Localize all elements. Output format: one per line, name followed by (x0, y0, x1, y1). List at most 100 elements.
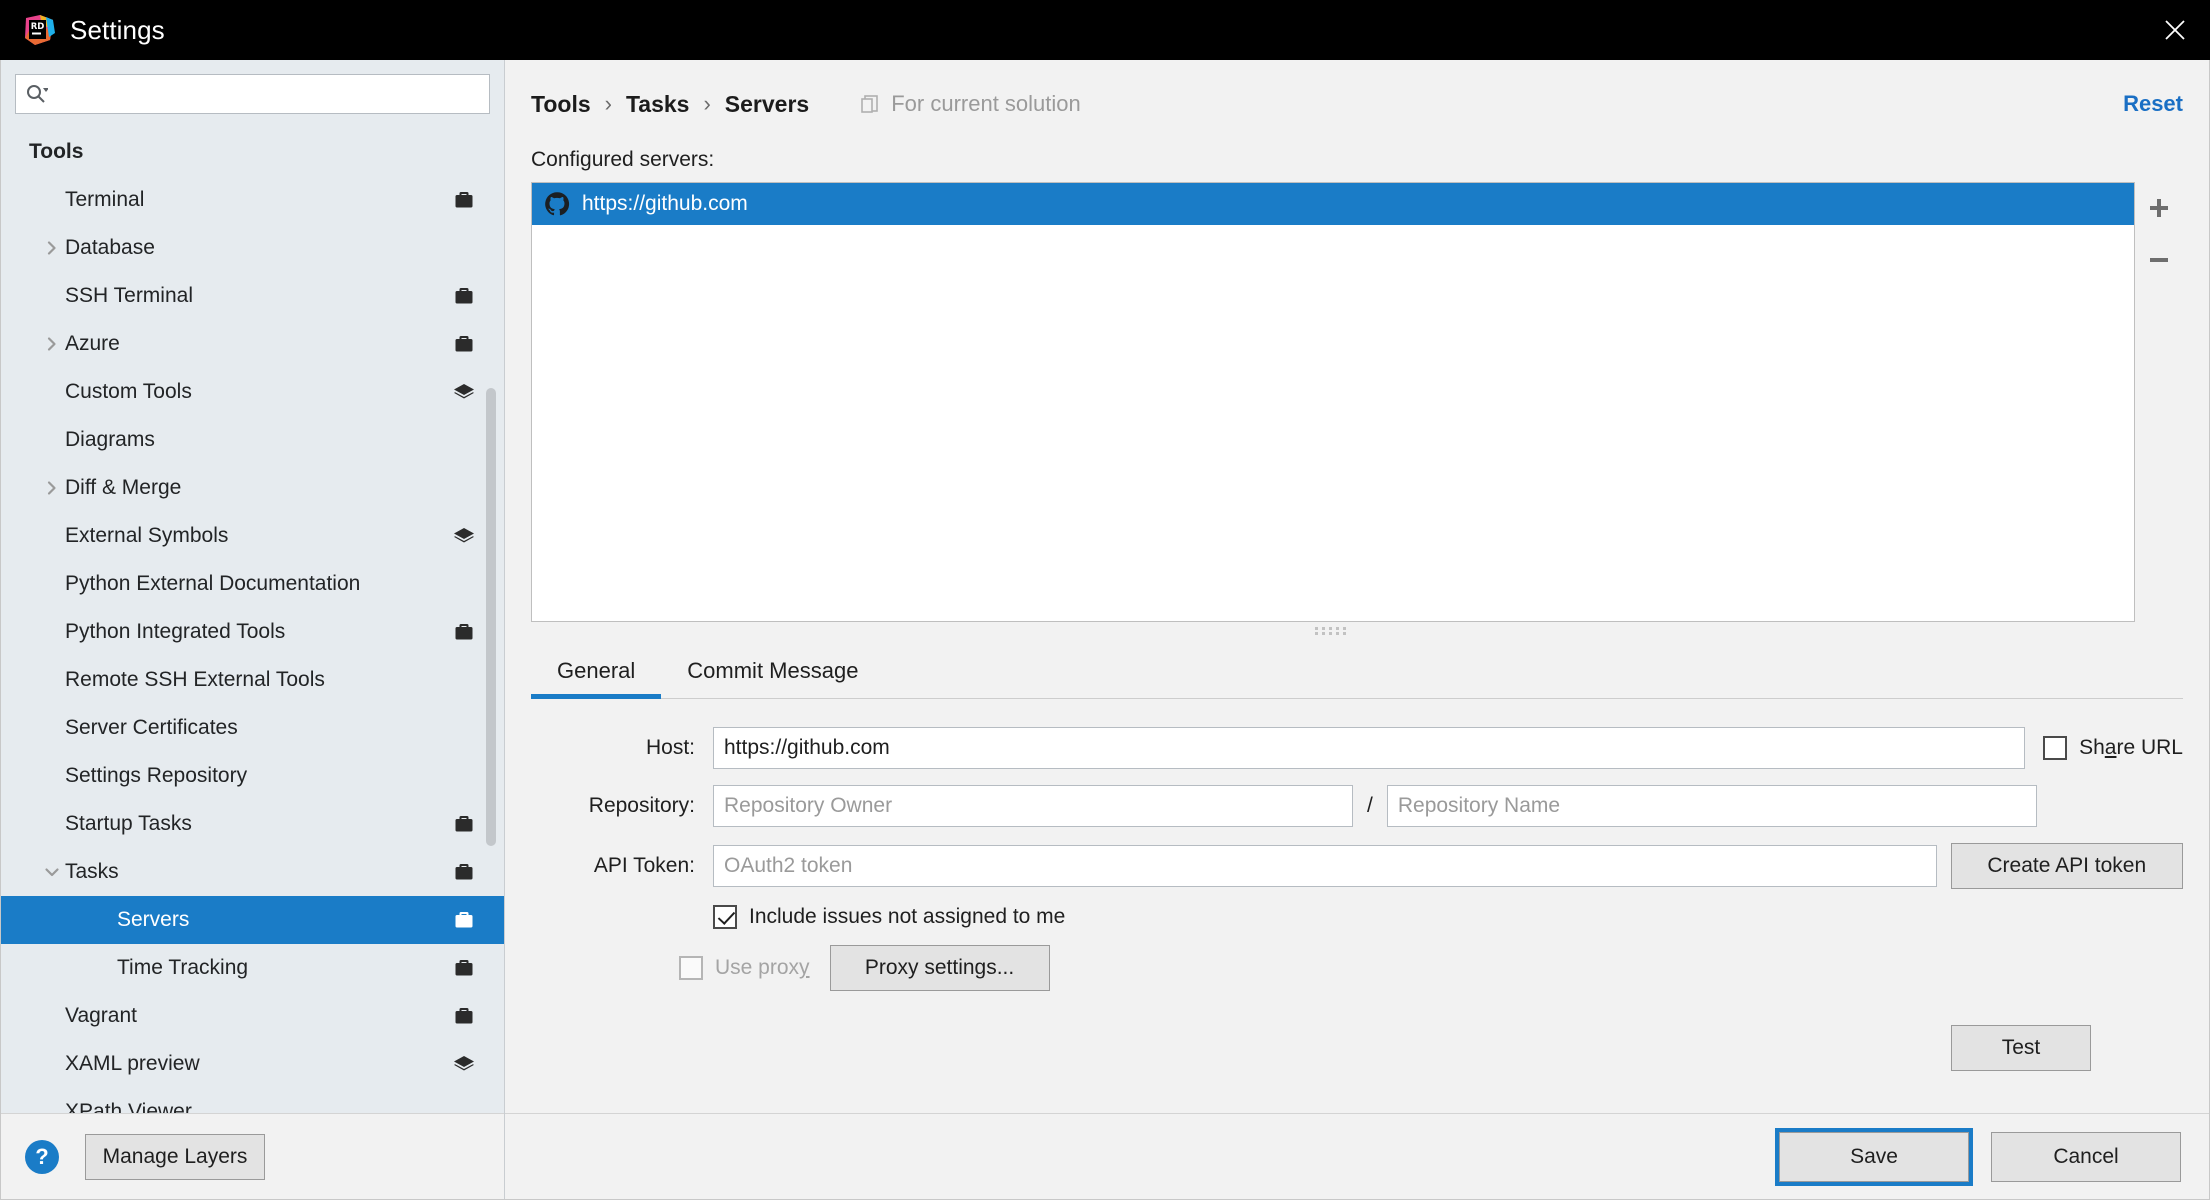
tab-commit-message[interactable]: Commit Message (661, 644, 884, 698)
include-issues-checkbox[interactable]: Include issues not assigned to me (713, 905, 1065, 929)
sidebar-footer: ? Manage Layers (1, 1113, 504, 1199)
server-list[interactable]: https://github.com (531, 182, 2135, 622)
sidebar-item-server-certificates[interactable]: Server Certificates (1, 704, 504, 752)
sidebar-item-azure[interactable]: Azure (1, 320, 504, 368)
layers-icon (452, 524, 476, 548)
search-box[interactable] (15, 74, 490, 114)
sidebar-item-time-tracking[interactable]: Time Tracking (1, 944, 504, 992)
for-current-solution-label: For current solution (891, 91, 1081, 116)
breadcrumb-item-tools[interactable]: Tools (531, 91, 591, 118)
server-list-row: https://github.com (531, 182, 2183, 622)
panel-splitter[interactable] (531, 622, 2135, 638)
chevron-right-icon[interactable] (39, 240, 65, 256)
include-issues-checkbox-box (713, 905, 737, 929)
api-token-row: API Token: Create API token (531, 843, 2183, 889)
sidebar-item-tasks[interactable]: Tasks (1, 848, 504, 896)
configured-servers-label: Configured servers: (531, 148, 715, 171)
sidebar-item-python-external-documentation[interactable]: Python External Documentation (1, 560, 504, 608)
briefcase-icon (452, 860, 476, 884)
search-area (1, 60, 504, 122)
sidebar-item-label: Remote SSH External Tools (65, 668, 325, 691)
for-current-solution: For current solution (859, 91, 1081, 117)
server-detail-tabs[interactable]: General Commit Message (531, 644, 2183, 699)
splitter-handle-icon (1313, 624, 1353, 636)
repository-label: Repository: (588, 794, 695, 817)
sidebar-item-tools[interactable]: Tools (1, 128, 504, 176)
sidebar-item-label: XAML preview (65, 1052, 200, 1075)
share-url-label: Share URL (2079, 736, 2183, 760)
sidebar-item-label: Tools (29, 140, 84, 163)
sidebar-item-settings-repository[interactable]: Settings Repository (1, 752, 504, 800)
plus-icon[interactable] (2137, 186, 2181, 230)
repository-separator: / (1367, 794, 1373, 817)
svg-text:RD: RD (31, 22, 45, 32)
server-list-toolbar (2135, 182, 2183, 622)
sidebar-item-python-integrated-tools[interactable]: Python Integrated Tools (1, 608, 504, 656)
reset-link[interactable]: Reset (2123, 91, 2183, 117)
sidebar-item-xpath-viewer[interactable]: XPath Viewer (1, 1088, 504, 1113)
sidebar-item-diagrams[interactable]: Diagrams (1, 416, 504, 464)
host-input[interactable] (713, 727, 2026, 769)
repository-name-input[interactable] (1386, 785, 2037, 827)
use-proxy-checkbox: Use proxy (679, 956, 810, 980)
briefcase-icon (452, 188, 476, 212)
api-token-label: API Token: (593, 854, 695, 877)
title-bar: RD Settings (0, 0, 2210, 60)
settings-window: RD Settings Tools Terminal Database SSH … (0, 0, 2210, 1200)
save-button[interactable]: Save (1779, 1131, 1969, 1182)
sidebar-item-label: Terminal (65, 188, 145, 211)
sidebar-item-label: Diagrams (65, 428, 155, 451)
repository-owner-input[interactable] (713, 785, 1353, 827)
sidebar-item-startup-tasks[interactable]: Startup Tasks (1, 800, 504, 848)
sidebar-scrollbar[interactable] (486, 388, 496, 846)
include-issues-label: Include issues not assigned to me (749, 905, 1066, 928)
chevron-down-icon[interactable] (39, 864, 65, 880)
window-title: Settings (70, 14, 165, 45)
sidebar-item-remote-ssh-external-tools[interactable]: Remote SSH External Tools (1, 656, 504, 704)
repository-row: Repository: / (531, 785, 2183, 827)
host-row: Host: Share URL (531, 727, 2183, 769)
sidebar-item-label: Server Certificates (65, 716, 238, 739)
test-button[interactable]: Test (1951, 1025, 2091, 1071)
server-name: https://github.com (582, 192, 748, 215)
sidebar-item-label: Time Tracking (117, 956, 249, 979)
dialog-footer: Save Cancel (505, 1113, 2209, 1199)
share-url-checkbox-box (2043, 736, 2068, 760)
chevron-right-icon[interactable] (39, 336, 65, 352)
sidebar-item-database[interactable]: Database (1, 224, 504, 272)
use-proxy-checkbox-box (679, 956, 703, 980)
api-token-input[interactable] (713, 845, 1937, 887)
host-label: Host: (645, 736, 695, 759)
sidebar-item-external-symbols[interactable]: External Symbols (1, 512, 504, 560)
copy-icon (859, 93, 881, 115)
sidebar-item-vagrant[interactable]: Vagrant (1, 992, 504, 1040)
sidebar-item-ssh-terminal[interactable]: SSH Terminal (1, 272, 504, 320)
minus-icon[interactable] (2137, 238, 2181, 282)
rider-icon: RD (22, 13, 56, 47)
chevron-right-icon[interactable] (39, 480, 65, 496)
server-list-item[interactable]: https://github.com (532, 183, 2134, 225)
use-proxy-label-part1: Use prox (715, 956, 800, 979)
sidebar-item-servers[interactable]: Servers (1, 896, 504, 944)
sidebar-item-custom-tools[interactable]: Custom Tools (1, 368, 504, 416)
sidebar-item-diff-merge[interactable]: Diff & Merge (1, 464, 504, 512)
manage-layers-button[interactable]: Manage Layers (85, 1133, 265, 1180)
tab-general[interactable]: General (531, 644, 662, 699)
close-icon[interactable] (2140, 0, 2210, 60)
create-api-token-button[interactable]: Create API token (1950, 843, 2183, 889)
breadcrumb: Tools › Tasks › Servers For current solu… (531, 82, 2183, 126)
cancel-button[interactable]: Cancel (1991, 1131, 2181, 1182)
sidebar-item-label: External Symbols (65, 524, 229, 547)
briefcase-icon (452, 620, 476, 644)
sidebar-item-xaml-preview[interactable]: XAML preview (1, 1040, 504, 1088)
settings-tree[interactable]: Tools Terminal Database SSH Terminal Azure Cu… (1, 122, 504, 1113)
sidebar-item-label: Python External Documentation (65, 572, 361, 595)
breadcrumb-item-tasks[interactable]: Tasks (626, 91, 690, 118)
share-url-checkbox[interactable]: Share URL (2043, 736, 2183, 760)
briefcase-icon (452, 1004, 476, 1028)
help-icon[interactable]: ? (25, 1139, 59, 1174)
proxy-settings-button[interactable]: Proxy settings... (829, 945, 1050, 991)
search-input[interactable] (52, 83, 481, 105)
sidebar-item-terminal[interactable]: Terminal (1, 176, 504, 224)
breadcrumb-item-servers: Servers (724, 90, 810, 117)
